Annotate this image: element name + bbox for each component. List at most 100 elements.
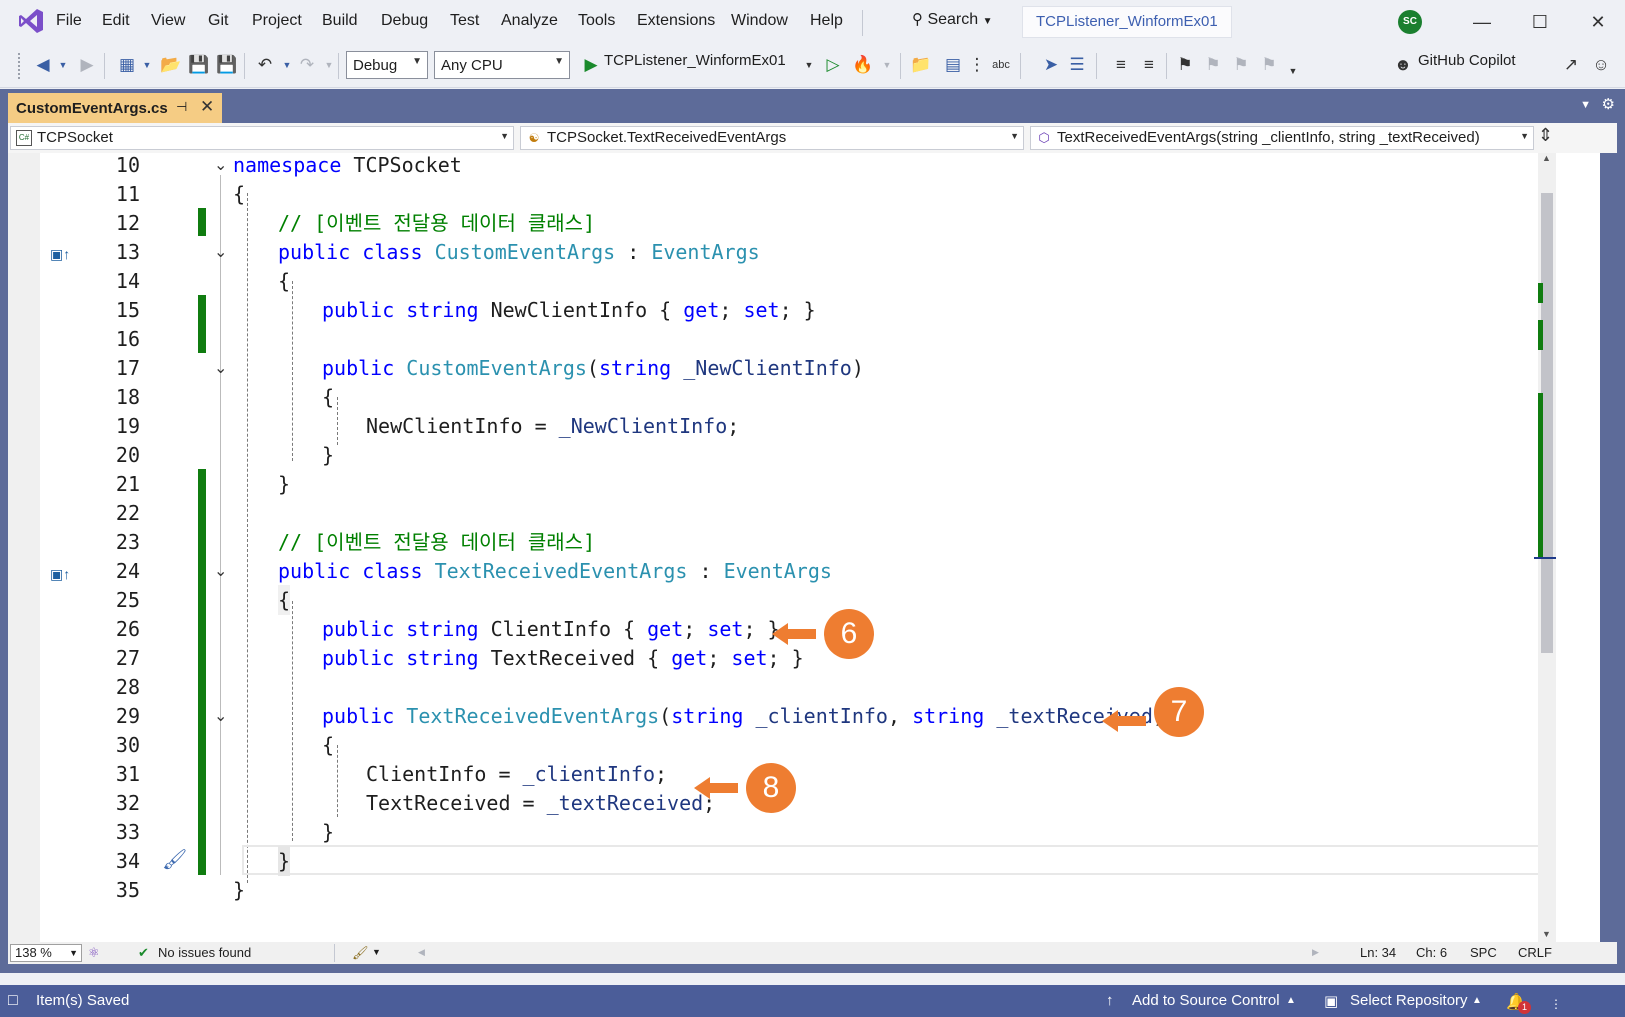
- toolbar-overflow-icon[interactable]: ▼: [1282, 60, 1304, 82]
- line-number: 11: [115, 182, 140, 206]
- type-name: TCPSocket.TextReceivedEventArgs: [547, 129, 787, 146]
- configuration-select[interactable]: Debug ▼: [346, 51, 428, 79]
- start-without-debugging-icon[interactable]: ▷: [822, 54, 844, 76]
- menu-git[interactable]: Git: [208, 12, 228, 30]
- menu-window[interactable]: Window: [731, 12, 788, 30]
- chevron-down-icon[interactable]: ▼: [136, 54, 158, 76]
- copilot-icon[interactable]: ☻: [1392, 54, 1414, 76]
- add-to-source-control-button[interactable]: Add to Source Control: [1132, 992, 1280, 1009]
- share-icon[interactable]: ↗: [1560, 54, 1582, 76]
- menu-analyze[interactable]: Analyze: [501, 12, 558, 30]
- open-folder-icon[interactable]: 📂: [160, 54, 182, 76]
- navigate-forward-icon[interactable]: ▶: [76, 54, 98, 76]
- chevron-down-icon: ▼: [554, 56, 564, 67]
- toolbar-grip-icon[interactable]: ⋮: [966, 54, 988, 76]
- start-debugging-icon[interactable]: ▶: [580, 54, 602, 76]
- user-avatar[interactable]: SC: [1398, 10, 1422, 34]
- chevron-down-icon[interactable]: ▼: [318, 54, 340, 76]
- select-element-icon[interactable]: ➤: [1040, 54, 1062, 76]
- save-all-icon[interactable]: 💾: [216, 54, 238, 76]
- collapse-icon[interactable]: ⌄: [214, 556, 227, 586]
- scroll-up-icon[interactable]: ▲: [1542, 153, 1551, 163]
- whitespace-indicator[interactable]: SPC: [1470, 945, 1497, 960]
- feedback-icon[interactable]: ☺: [1590, 54, 1612, 76]
- collapse-icon[interactable]: ⌄: [214, 701, 227, 731]
- startup-project-button[interactable]: TCPListener_WinformEx01: [604, 52, 786, 69]
- close-tab-icon[interactable]: ✕: [200, 97, 214, 117]
- chevron-down-icon[interactable]: ▼: [372, 947, 381, 957]
- scroll-down-icon[interactable]: ▼: [1542, 929, 1551, 939]
- view-code-icon[interactable]: ☰: [1066, 54, 1088, 76]
- collapse-icon[interactable]: ⌄: [214, 153, 227, 180]
- tab-title: CustomEventArgs.cs: [16, 100, 168, 117]
- line-ending-indicator[interactable]: CRLF: [1518, 945, 1552, 960]
- minimize-icon[interactable]: —: [1470, 10, 1494, 34]
- collapse-icon[interactable]: ⌄: [214, 237, 227, 267]
- menu-debug[interactable]: Debug: [381, 12, 428, 30]
- github-copilot-button[interactable]: GitHub Copilot: [1418, 52, 1516, 69]
- tab-customeventargs-cs[interactable]: CustomEventArgs.cs ⊣ ✕: [8, 93, 222, 123]
- outdent-icon[interactable]: ≡: [1138, 54, 1160, 76]
- member-dropdown[interactable]: ⬡ TextReceivedEventArgs(string _clientIn…: [1030, 126, 1534, 150]
- hot-reload-icon[interactable]: 🔥: [852, 54, 874, 76]
- indent-icon[interactable]: ≡: [1110, 54, 1132, 76]
- pin-icon[interactable]: ⊣: [176, 99, 187, 115]
- window-layout-icon[interactable]: ▤: [942, 54, 964, 76]
- scroll-left-icon[interactable]: ◀: [418, 947, 425, 958]
- bookmark-icon[interactable]: ⚑: [1174, 54, 1196, 76]
- menu-view[interactable]: View: [151, 12, 185, 30]
- previous-bookmark-icon[interactable]: ⚑: [1202, 54, 1224, 76]
- annotation-arrow-7: [1102, 710, 1146, 732]
- vertical-scrollbar[interactable]: ▲ ▼: [1534, 153, 1556, 943]
- code-text: public class CustomEventArgs : EventArgs: [278, 240, 760, 264]
- menu-help[interactable]: Help: [810, 12, 843, 30]
- menu-extensions[interactable]: Extensions: [637, 12, 715, 30]
- tab-overflow-icon[interactable]: ▼: [1580, 99, 1591, 111]
- visual-studio-logo-icon[interactable]: [18, 8, 44, 34]
- clear-bookmarks-icon[interactable]: ⚑: [1258, 54, 1280, 76]
- close-window-icon[interactable]: ✕: [1586, 10, 1610, 34]
- maximize-icon[interactable]: ☐: [1528, 10, 1552, 34]
- chevron-down-icon[interactable]: ▼: [876, 54, 898, 76]
- split-editor-icon[interactable]: ⇕: [1538, 125, 1553, 146]
- chevron-up-icon[interactable]: ▲: [1286, 995, 1296, 1006]
- platform-select[interactable]: Any CPU ▼: [434, 51, 570, 79]
- undo-icon[interactable]: ↶: [254, 54, 276, 76]
- status-bar: □ Item(s) Saved ↑ Add to Source Control …: [0, 985, 1625, 1017]
- redo-icon[interactable]: ↷: [296, 54, 318, 76]
- project-dropdown[interactable]: C# TCPSocket ▼: [10, 126, 514, 150]
- menu-tools[interactable]: Tools: [578, 12, 615, 30]
- chevron-up-icon[interactable]: ▲: [1472, 995, 1482, 1006]
- menu-file[interactable]: File: [56, 12, 82, 30]
- menu-project[interactable]: Project: [252, 12, 302, 30]
- code-line: 17 ⌄ public CustomEventArgs(string _NewC…: [8, 353, 1600, 383]
- collapse-icon[interactable]: ⌄: [214, 353, 227, 383]
- chevron-down-icon[interactable]: ▼: [798, 54, 820, 76]
- select-repository-button[interactable]: Select Repository: [1350, 992, 1468, 1009]
- copilot-status-icon[interactable]: ⚛: [88, 945, 100, 961]
- column-indicator[interactable]: Ch: 6: [1416, 945, 1447, 960]
- next-bookmark-icon[interactable]: ⚑: [1230, 54, 1252, 76]
- solution-name[interactable]: TCPListener_WinformEx01: [1022, 6, 1232, 38]
- menu-test[interactable]: Test: [450, 12, 479, 30]
- code-cleanup-icon[interactable]: 🖌: [352, 945, 369, 961]
- chevron-down-icon[interactable]: ▼: [276, 54, 298, 76]
- zoom-select[interactable]: 138 % ▼: [10, 944, 82, 962]
- search-box[interactable]: ⚲ Search ▼: [912, 10, 993, 34]
- navigate-back-icon[interactable]: ◀: [32, 54, 54, 76]
- menu-build[interactable]: Build: [322, 12, 358, 30]
- spell-check-icon[interactable]: abc: [990, 54, 1012, 76]
- toolbar-grip[interactable]: [18, 53, 20, 79]
- code-editor[interactable]: ▣↑ ▣↑ 🖌 10 ⌄ namespace TCPSocket 11 { 12…: [8, 153, 1600, 943]
- toolbar-separator: [1166, 53, 1167, 79]
- chevron-down-icon[interactable]: ▼: [52, 54, 74, 76]
- type-dropdown[interactable]: ☯ TCPSocket.TextReceivedEventArgs ▼: [520, 126, 1024, 150]
- issues-status[interactable]: No issues found: [158, 945, 251, 960]
- gear-icon[interactable]: ⚙: [1602, 95, 1615, 113]
- save-icon[interactable]: 💾: [188, 54, 210, 76]
- solution-explorer-icon[interactable]: 📁: [910, 54, 932, 76]
- new-project-icon[interactable]: ▦: [116, 54, 138, 76]
- scroll-right-icon[interactable]: ▶: [1312, 947, 1319, 958]
- line-indicator[interactable]: Ln: 34: [1360, 945, 1396, 960]
- menu-edit[interactable]: Edit: [102, 12, 130, 30]
